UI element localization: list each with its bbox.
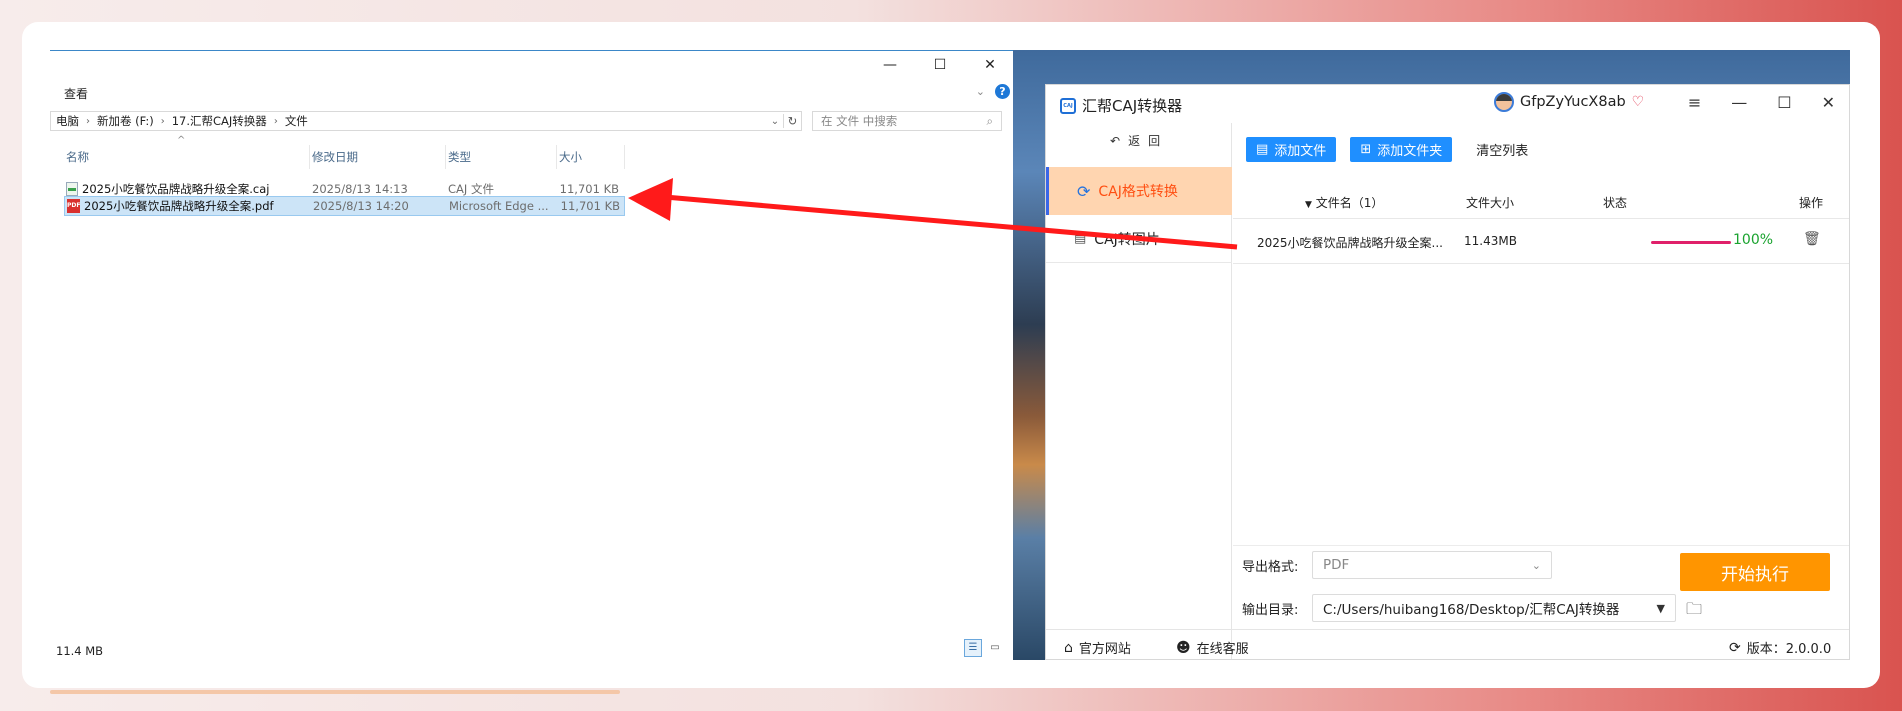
decorative-accent-bar [50,690,620,694]
sidebar: ↶返回 ⟳ CAJ格式转换 ▤ CAJ转图片 [1046,123,1232,659]
breadcrumb-chevron-icon[interactable]: › [159,116,167,127]
toolbar: ▤ 添加文件 ⊞ 添加文件夹 清空列表 [1246,137,1528,162]
ribbon-expand-icon[interactable]: ⌄ [976,85,985,98]
open-folder-icon[interactable]: 🗀 [1686,598,1702,625]
app-logo-icon: CAJ [1060,97,1076,114]
output-dir-label: 输出目录: [1242,603,1299,618]
update-icon[interactable]: ⟳ [1729,640,1741,656]
add-folder-icon: ⊞ [1360,142,1372,157]
search-placeholder: 在 文件 中搜索 [821,114,898,128]
output-dir-select[interactable]: C:/Users/huibang168/Desktop/汇帮CAJ转换器 ▼ [1312,594,1676,622]
maximize-button[interactable]: ☐ [1777,93,1791,112]
maximize-button[interactable]: ☐ [930,57,950,73]
add-file-icon: ▤ [1256,142,1269,157]
column-header-filename[interactable]: ▼ 文件名（1） [1305,194,1383,211]
official-website-link[interactable]: ⌂ 官方网站 [1064,638,1131,658]
online-support-link[interactable]: ☻ 在线客服 [1176,638,1249,658]
large-icons-view-icon[interactable]: ▭ [986,639,1004,657]
vip-diamond-icon[interactable]: ♡ [1632,94,1645,110]
breadcrumb-drive[interactable]: 新加卷 (F:) [92,113,159,129]
refresh-icon: ⟳ [1077,181,1091,201]
file-date: 2025/8/13 14:20 [313,199,409,213]
file-name: 2025小吃餐饮品牌战略升级全案.caj [82,182,270,196]
back-button[interactable]: ↶返回 [1110,132,1168,149]
user-profile[interactable]: GfpZyYucX8ab ♡ [1494,92,1644,112]
column-header-size: 文件大小 [1466,196,1515,210]
back-arrow-icon: ↶ [1110,134,1129,148]
close-button[interactable]: ✕ [1822,93,1835,112]
refresh-icon[interactable]: ↻ [783,114,801,128]
breadcrumb-folder[interactable]: 17.汇帮CAJ转换器 [167,113,272,129]
file-table-header: ▼ 文件名（1） 文件大小 状态 操作 [1233,185,1849,217]
breadcrumb-chevron-icon[interactable]: › [272,116,280,127]
file-type: CAJ 文件 [448,182,494,196]
progress-bar [1651,241,1731,244]
add-file-button[interactable]: ▤ 添加文件 [1246,137,1337,162]
sidebar-item-label: CAJ格式转换 [1098,184,1178,200]
progress-percent: 100% [1733,232,1774,248]
column-header-date[interactable]: 修改日期 [310,145,446,169]
export-format-select[interactable]: PDF ⌄ [1312,551,1552,579]
column-header-action: 操作 [1799,196,1824,210]
minimize-button[interactable]: — [880,57,900,73]
menu-view[interactable]: 查看 [64,85,88,102]
help-icon[interactable]: ? [995,84,1010,99]
sidebar-item-caj-convert[interactable]: ⟳ CAJ格式转换 [1046,167,1232,215]
details-view-icon[interactable]: ☰ [964,639,982,657]
avatar[interactable] [1494,92,1514,112]
column-header-name[interactable]: 名称 [64,145,310,169]
file-row-selected[interactable]: PDF 2025小吃餐饮品牌战略升级全案.pdf 2025/8/13 14:20… [64,196,625,216]
menu-icon[interactable]: ≡ [1688,93,1701,112]
column-header-type[interactable]: 类型 [446,145,557,169]
username: GfpZyYucX8ab [1520,94,1626,110]
add-folder-button[interactable]: ⊞ 添加文件夹 [1350,137,1453,162]
column-header-size[interactable]: 大小 [557,145,625,169]
breadcrumb-chevron-icon[interactable]: › [84,116,92,127]
table-row[interactable]: 2025小吃餐饮品牌战略升级全案... 11.43MB 100% 🗑 [1233,218,1849,264]
search-icon: ⌕ [986,113,993,128]
sort-down-icon: ▼ [1305,200,1312,210]
delete-icon[interactable]: 🗑 [1803,231,1821,247]
minimize-button[interactable]: — [1731,93,1747,112]
column-header-status: 状态 [1603,196,1628,210]
file-name: 2025小吃餐饮品牌战略升级全案.pdf [84,199,274,213]
caj-converter-window: CAJ 汇帮CAJ转换器 GfpZyYucX8ab ♡ ≡ — ☐ ✕ ↶返回 … [1045,84,1850,660]
clear-list-button[interactable]: 清空列表 [1476,140,1528,159]
address-bar[interactable]: 电脑 › 新加卷 (F:) › 17.汇帮CAJ转换器 › 文件 ⌄ ↻ [50,111,802,131]
breadcrumb-pc[interactable]: 电脑 [51,113,84,129]
home-icon: ⌂ [1064,639,1073,656]
file-date: 2025/8/13 14:13 [312,182,408,196]
row-filename: 2025小吃餐饮品牌战略升级全案... [1257,236,1443,250]
caj-file-icon [66,182,78,196]
file-explorer-window: — ☐ ✕ 查看 ⌄ ? 电脑 › 新加卷 (F:) › 17.汇帮CAJ转换器… [50,50,1014,660]
explorer-window-controls: — ☐ ✕ [880,57,1000,73]
app-title: 汇帮CAJ转换器 [1082,97,1183,115]
chevron-down-icon: ⌄ [1531,558,1541,572]
file-size: 11,701 KB [559,182,619,196]
export-format-label: 导出格式: [1242,560,1299,575]
app-footer: ⌂ 官方网站 ☻ 在线客服 ⟳ 版本：2.0.0.0 [1046,629,1849,661]
image-doc-icon: ▤ [1074,231,1087,246]
output-dir-value: C:/Users/huibang168/Desktop/汇帮CAJ转换器 [1323,602,1620,618]
breadcrumb-current[interactable]: 文件 [280,113,313,129]
file-type: Microsoft Edge ... [449,199,549,213]
version-info: ⟳ 版本：2.0.0.0 [1729,639,1832,658]
export-format-value: PDF [1323,557,1350,573]
sidebar-item-caj-to-image[interactable]: ▤ CAJ转图片 [1046,215,1232,263]
start-button[interactable]: 开始执行 [1680,553,1830,591]
row-filesize: 11.43MB [1464,234,1517,248]
search-input[interactable]: 在 文件 中搜索 ⌕ [812,111,1002,131]
file-size: 11,701 KB [560,199,620,213]
close-button[interactable]: ✕ [980,57,1000,73]
caret-down-icon: ▼ [1656,601,1665,615]
status-bar-size: 11.4 MB [56,644,104,658]
support-agent-icon: ☻ [1176,639,1191,656]
sidebar-item-label: CAJ转图片 [1094,231,1160,248]
pdf-file-icon: PDF [67,199,80,213]
address-dropdown-icon[interactable]: ⌄ [767,116,783,127]
column-headers: 名称 修改日期 类型 大小 [64,145,625,169]
